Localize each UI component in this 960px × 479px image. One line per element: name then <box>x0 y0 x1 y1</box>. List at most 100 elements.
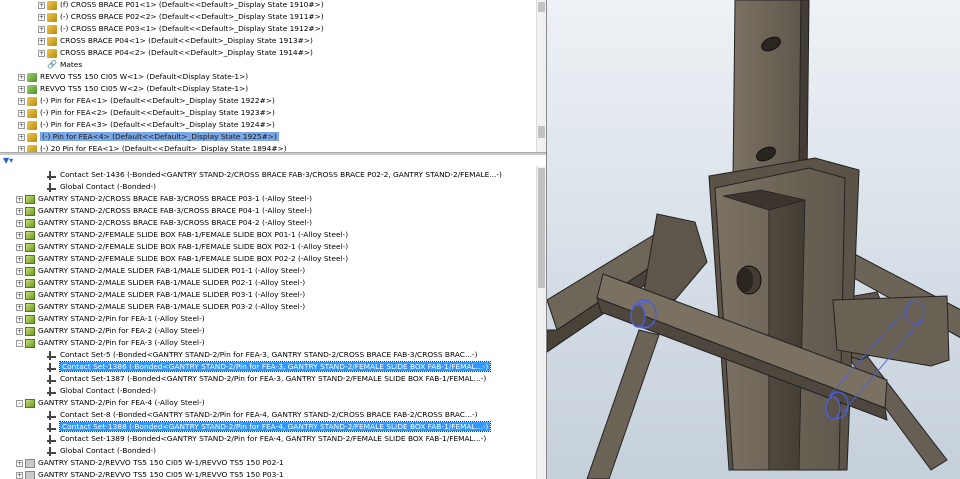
tree-row[interactable]: + GANTRY STAND-2/MALE SLIDER FAB-1/MALE S… <box>16 289 305 301</box>
expand-toggle[interactable]: + <box>16 279 23 287</box>
expand-toggle[interactable]: + <box>16 459 23 467</box>
expand-toggle[interactable]: + <box>18 73 25 81</box>
expand-toggle[interactable]: + <box>16 315 23 323</box>
expand-toggle[interactable]: + <box>16 243 23 251</box>
solid-body-icon <box>25 194 35 204</box>
tree-row[interactable]: + GANTRY STAND-2/Pin for FEA-1 (-Alloy St… <box>16 313 205 325</box>
tree-row[interactable]: + GANTRY STAND-2/FEMALE SLIDE BOX FAB-1/F… <box>16 253 348 265</box>
contact-set-icon <box>47 362 57 372</box>
expand-toggle[interactable]: + <box>18 121 25 129</box>
expand-toggle[interactable]: + <box>16 195 23 203</box>
tree-row-label: GANTRY STAND-2/MALE SLIDER FAB-1/MALE SL… <box>38 302 306 311</box>
tree-row[interactable]: + REVVO TS5 150 CI05 W<2> (Default<Displa… <box>18 83 248 95</box>
tree-row[interactable]: Contact Set-8 (-Bonded<GANTRY STAND-2/Pi… <box>38 409 478 421</box>
tree-row[interactable]: + GANTRY STAND-2/CROSS BRACE FAB-3/CROSS … <box>16 193 312 205</box>
expand-toggle[interactable]: - <box>16 339 23 347</box>
tree-row[interactable]: - GANTRY STAND-2/Pin for FEA-4 (-Alloy St… <box>16 397 205 409</box>
tree-row-label: GANTRY STAND-2/MALE SLIDER FAB-1/MALE SL… <box>38 290 306 299</box>
tree-row[interactable]: Global Contact (-Bonded-) <box>38 445 156 457</box>
assembly-icon <box>27 84 37 94</box>
scroll-thumb[interactable] <box>538 126 545 138</box>
part-icon <box>27 132 37 142</box>
tree-row-label: (-) CROSS BRACE P03<1> (Default<<Default… <box>60 24 324 33</box>
tree-row-label: GANTRY STAND-2/CROSS BRACE FAB-3/CROSS B… <box>38 194 313 203</box>
expand-toggle[interactable]: + <box>38 49 45 57</box>
tree-row[interactable]: Mates <box>38 59 82 71</box>
tree-row[interactable]: + GANTRY STAND-2/MALE SLIDER FAB-1/MALE S… <box>16 277 305 289</box>
part-icon <box>27 144 37 152</box>
tree-row[interactable]: + GANTRY STAND-2/FEMALE SLIDE BOX FAB-1/F… <box>16 241 348 253</box>
tree-row[interactable]: + (-) Pin for FEA<2> (Default<<Default>_D… <box>18 107 275 119</box>
tree-row[interactable]: + REVVO TS5 150 CI05 W<1> (Default<Displa… <box>18 71 248 83</box>
assembly-tree-scrollbar[interactable] <box>536 0 546 152</box>
expand-toggle[interactable]: + <box>16 231 23 239</box>
tree-row[interactable]: + CROSS BRACE P04<2> (Default<<Default>_D… <box>38 47 313 59</box>
tree-row-label: Contact Set-1388 (-Bonded<GANTRY STAND-2… <box>58 421 492 432</box>
tree-row[interactable]: + GANTRY STAND-2/REVVO TS5 150 CI05 W-1/R… <box>16 469 284 479</box>
gantry-stand-model[interactable] <box>547 0 960 479</box>
tree-row[interactable]: Global Contact (-Bonded-) <box>38 181 156 193</box>
tree-row-label: GANTRY STAND-2/FEMALE SLIDE BOX FAB-1/FE… <box>38 230 349 239</box>
tree-row-label: GANTRY STAND-2/REVVO TS5 150 CI05 W-1/RE… <box>38 458 284 467</box>
tree-row[interactable]: + (f) CROSS BRACE P01<1> (Default<<Defaul… <box>38 0 324 11</box>
tree-row[interactable]: Contact Set-1386 (-Bonded<GANTRY STAND-2… <box>38 361 492 373</box>
tree-row[interactable]: Contact Set-5 (-Bonded<GANTRY STAND-2/Pi… <box>38 349 478 361</box>
tree-row-label: GANTRY STAND-2/Pin for FEA-4 (-Alloy Ste… <box>38 398 205 407</box>
tree-row[interactable]: + GANTRY STAND-2/Pin for FEA-2 (-Alloy St… <box>16 325 205 337</box>
tree-row[interactable]: Contact Set-1436 (-Bonded<GANTRY STAND-2… <box>38 169 502 181</box>
tree-row[interactable]: Contact Set-1387 (-Bonded<GANTRY STAND-2… <box>38 373 486 385</box>
expand-toggle[interactable]: + <box>16 267 23 275</box>
expand-toggle[interactable]: + <box>38 37 45 45</box>
tree-row-label: (-) Pin for FEA<1> (Default<<Default>_Di… <box>40 96 275 105</box>
expand-toggle[interactable]: + <box>18 109 25 117</box>
tree-row[interactable]: Contact Set-1389 (-Bonded<GANTRY STAND-2… <box>38 433 486 445</box>
solid-body-icon <box>25 326 35 336</box>
tree-row[interactable]: + (-) CROSS BRACE P03<1> (Default<<Defaul… <box>38 23 324 35</box>
scroll-up-arrow[interactable] <box>538 2 545 12</box>
expand-toggle[interactable]: + <box>16 303 23 311</box>
tree-row[interactable]: + GANTRY STAND-2/REVVO TS5 150 CI05 W-1/R… <box>16 457 284 469</box>
contact-set-icon <box>47 434 57 444</box>
expand-toggle[interactable]: + <box>38 25 45 33</box>
scroll-thumb[interactable] <box>538 168 545 288</box>
expand-toggle[interactable]: + <box>16 219 23 227</box>
graphics-viewport[interactable] <box>546 0 960 479</box>
tree-row[interactable]: + (-) CROSS BRACE P02<2> (Default<<Defaul… <box>38 11 324 23</box>
tree-row[interactable]: + CROSS BRACE P04<1> (Default<<Default>_D… <box>38 35 313 47</box>
tree-row[interactable]: - GANTRY STAND-2/Pin for FEA-3 (-Alloy St… <box>16 337 205 349</box>
filter-dropdown-arrow[interactable]: ▾ <box>9 156 13 165</box>
solid-body-icon <box>25 278 35 288</box>
part-icon <box>47 24 57 34</box>
tree-row-label: REVVO TS5 150 CI05 W<2> (Default<Display… <box>40 84 249 93</box>
expand-toggle[interactable]: + <box>16 327 23 335</box>
tree-row-label: Global Contact (-Bonded-) <box>60 386 157 395</box>
tree-row[interactable]: + GANTRY STAND-2/FEMALE SLIDE BOX FAB-1/F… <box>16 229 348 241</box>
part-icon <box>27 108 37 118</box>
filter-icon[interactable]: ▼▾ <box>3 156 13 165</box>
tree-row[interactable]: + (-) Pin for FEA<1> (Default<<Default>_D… <box>18 95 275 107</box>
tree-row-label: GANTRY STAND-2/FEMALE SLIDE BOX FAB-1/FE… <box>38 254 349 263</box>
tree-row[interactable]: + GANTRY STAND-2/CROSS BRACE FAB-3/CROSS … <box>16 205 312 217</box>
tree-row[interactable]: + GANTRY STAND-2/MALE SLIDER FAB-1/MALE S… <box>16 301 305 313</box>
expand-toggle[interactable]: + <box>16 255 23 263</box>
tree-row[interactable]: + GANTRY STAND-2/MALE SLIDER FAB-1/MALE S… <box>16 265 305 277</box>
expand-toggle[interactable]: + <box>18 97 25 105</box>
expand-toggle[interactable]: + <box>38 1 45 9</box>
tree-row[interactable]: + (-) 20 Pin for FEA<1> (Default<<Default… <box>18 143 287 152</box>
tree-row[interactable]: Global Contact (-Bonded-) <box>38 385 156 397</box>
part-icon <box>47 36 57 46</box>
simulation-tree-scrollbar[interactable] <box>536 166 546 479</box>
expand-toggle[interactable]: + <box>18 133 25 141</box>
expand-toggle[interactable]: - <box>16 399 23 407</box>
tree-row[interactable]: + (-) Pin for FEA<3> (Default<<Default>_D… <box>18 119 275 131</box>
part-icon <box>47 12 57 22</box>
tree-row[interactable]: + (-) Pin for FEA<4> (Default<<Default>_D… <box>18 131 279 143</box>
expand-toggle[interactable]: + <box>16 207 23 215</box>
tree-row[interactable]: Contact Set-1388 (-Bonded<GANTRY STAND-2… <box>38 421 492 433</box>
expand-toggle[interactable]: + <box>38 13 45 21</box>
tree-row-label: GANTRY STAND-2/FEMALE SLIDE BOX FAB-1/FE… <box>38 242 349 251</box>
tree-row[interactable]: + GANTRY STAND-2/CROSS BRACE FAB-3/CROSS … <box>16 217 312 229</box>
expand-toggle[interactable]: + <box>16 471 23 479</box>
expand-toggle[interactable]: + <box>16 291 23 299</box>
expand-toggle[interactable]: + <box>18 85 25 93</box>
